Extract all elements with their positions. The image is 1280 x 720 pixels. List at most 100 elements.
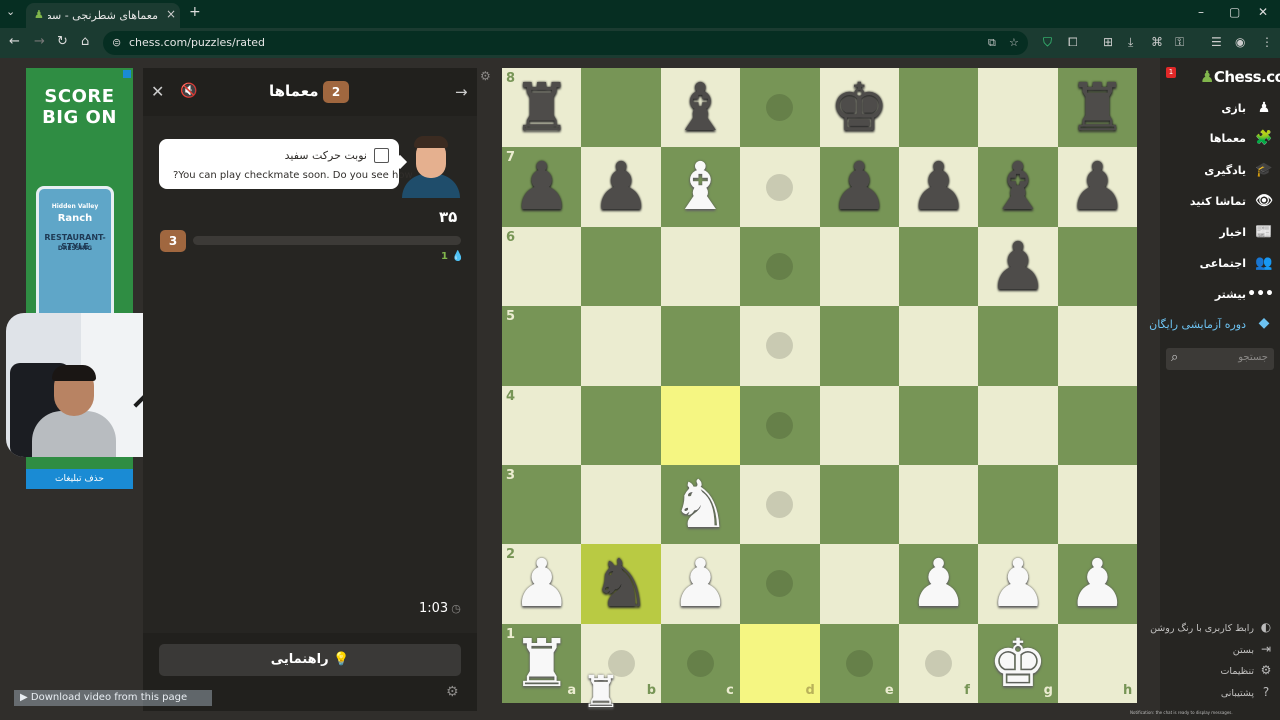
- settings-link[interactable]: ⚙تنظیمات: [1220, 663, 1274, 677]
- white-to-move-checkbox[interactable]: [374, 148, 389, 163]
- move-hint-dot[interactable]: [845, 649, 873, 677]
- square-b8[interactable]: [581, 68, 661, 148]
- settings-gear-icon[interactable]: ⚙: [446, 684, 459, 700]
- square-h5[interactable]: [1057, 306, 1138, 386]
- black-piece-c8[interactable]: ♝: [661, 68, 740, 147]
- square-g8[interactable]: [978, 68, 1058, 148]
- move-hint-dot[interactable]: [925, 649, 953, 677]
- home-icon[interactable]: ⌂: [81, 34, 89, 49]
- square-c6[interactable]: [660, 226, 741, 307]
- site-info-icon[interactable]: ⊜: [112, 36, 121, 49]
- square-b3[interactable]: [581, 464, 661, 545]
- square-e2[interactable]: [819, 544, 899, 624]
- close-icon[interactable]: ✕: [151, 82, 164, 101]
- minimize-button[interactable]: –: [1198, 5, 1204, 19]
- square-f3[interactable]: [898, 464, 979, 545]
- install-app-icon[interactable]: ⧉: [988, 36, 996, 50]
- support-link[interactable]: ?پشتیبانی: [1221, 685, 1274, 699]
- page-title: معماها: [269, 82, 319, 100]
- square-b5[interactable]: [581, 306, 661, 386]
- square-h3[interactable]: [1057, 464, 1138, 545]
- next-arrow-icon[interactable]: →: [455, 83, 468, 101]
- dragged-piece[interactable]: ♜: [581, 666, 621, 720]
- browser-tab[interactable]: ♟ معماهای شطرنجی - سطح بازی ... ×: [26, 3, 180, 28]
- black-piece-e8[interactable]: ♚: [820, 68, 899, 147]
- window-close-button[interactable]: ✕: [1258, 5, 1268, 19]
- square-e5[interactable]: [819, 306, 899, 386]
- reload-icon[interactable]: ↻: [57, 34, 68, 49]
- move-hint-dot[interactable]: [766, 173, 794, 201]
- square-e4[interactable]: [819, 385, 899, 465]
- maximize-button[interactable]: ▢: [1229, 5, 1240, 19]
- square-g4[interactable]: [978, 385, 1058, 465]
- chess-board[interactable]: ♜ 8 ♝ ♚ ♜ ♟ 7 ♟ ♝ ♟ ♟ ♝ ♟ 6 ♟ 5 4 3 ♞ ♟ 2 ♞ ♟ ♟ ♟ ♟ ♜ 1 a b c d e f ♚ g h: [502, 68, 1138, 704]
- square-b6[interactable]: [581, 226, 661, 307]
- reading-list-icon[interactable]: ☰: [1211, 35, 1222, 49]
- chess-logo[interactable]: ♟Chess.com: [1200, 67, 1280, 86]
- nav-social[interactable]: 👥 اجتماعی: [1200, 255, 1274, 275]
- black-piece-e7[interactable]: ♟: [820, 147, 899, 226]
- notification-badge[interactable]: 1: [1166, 67, 1176, 78]
- search-input[interactable]: ⌕ جستجو: [1166, 348, 1274, 370]
- nav-puzzles[interactable]: 🧩 معماها: [1210, 130, 1274, 150]
- collapse-button[interactable]: ⇥بستن: [1233, 642, 1274, 656]
- white-piece-g2[interactable]: ♟: [978, 544, 1057, 623]
- square-g3[interactable]: [978, 464, 1058, 545]
- black-piece-f7[interactable]: ♟: [899, 147, 978, 226]
- free-trial-link[interactable]: ◆دوره آزمایشی رایگان: [1149, 315, 1274, 335]
- black-piece-b7[interactable]: ♟: [581, 147, 660, 226]
- square-b4[interactable]: [581, 385, 661, 465]
- square-f5[interactable]: [898, 306, 979, 386]
- square-e3[interactable]: [819, 464, 899, 545]
- board-settings-icon[interactable]: ⚙: [480, 69, 491, 83]
- square-g5[interactable]: [978, 306, 1058, 386]
- nav-more[interactable]: •••بیشتر: [1215, 286, 1274, 306]
- black-piece-h8[interactable]: ♜: [1058, 68, 1137, 147]
- new-tab-button[interactable]: +: [189, 4, 201, 20]
- square-c5[interactable]: [660, 306, 741, 386]
- translate-icon[interactable]: ⌘: [1151, 35, 1163, 49]
- nav-play[interactable]: ♟ بازی: [1221, 100, 1274, 120]
- sound-off-icon[interactable]: 🔇: [180, 83, 197, 99]
- download-video-bar[interactable]: ▶ Download video from this page: [14, 690, 212, 706]
- white-piece-c3[interactable]: ♞: [661, 465, 740, 544]
- black-piece-b2[interactable]: ♞: [581, 544, 660, 623]
- square-f6[interactable]: [898, 226, 979, 307]
- bookmark-star-icon[interactable]: ☆: [1009, 36, 1019, 49]
- profile-avatar-icon[interactable]: ◉: [1235, 35, 1245, 49]
- nav-news[interactable]: 📰 اخبار: [1219, 224, 1274, 244]
- ad-choices-icon[interactable]: [123, 70, 131, 78]
- nav-learn[interactable]: 🎓 یادگیری: [1204, 162, 1274, 182]
- black-piece-g7[interactable]: ♝: [978, 147, 1057, 226]
- square-h6[interactable]: [1057, 226, 1138, 307]
- square-e6[interactable]: [819, 226, 899, 307]
- move-hint-dot[interactable]: [686, 649, 714, 677]
- download-icon[interactable]: ⤓: [1128, 35, 1133, 50]
- white-piece-h2[interactable]: ♟: [1058, 544, 1137, 623]
- white-piece-c2[interactable]: ♟: [661, 544, 740, 623]
- move-hint-dot[interactable]: [766, 411, 794, 439]
- tab-groups-icon[interactable]: ⊞: [1103, 35, 1113, 49]
- tab-search-icon[interactable]: ⌄: [6, 5, 15, 18]
- diamond-icon: ◆: [1258, 315, 1270, 331]
- tab-close-icon[interactable]: ×: [166, 7, 176, 21]
- light-theme-toggle[interactable]: ◐رابط کاربری با رنگ روشن: [1150, 620, 1274, 634]
- password-key-icon[interactable]: ⚿: [1175, 35, 1184, 50]
- browser-menu-icon[interactable]: ⋮: [1261, 35, 1273, 49]
- black-piece-g6[interactable]: ♟: [978, 227, 1057, 306]
- white-piece-f2[interactable]: ♟: [899, 544, 978, 623]
- square-c4[interactable]: [660, 385, 741, 465]
- hint-button[interactable]: راهنمایی 💡: [159, 644, 461, 676]
- square-h4[interactable]: [1057, 385, 1138, 465]
- shield-extension-icon[interactable]: ⛉: [1043, 35, 1052, 50]
- extensions-icon[interactable]: ⧠: [1068, 35, 1078, 50]
- black-piece-h7[interactable]: ♟: [1058, 147, 1137, 226]
- back-icon[interactable]: ←: [9, 34, 20, 49]
- nav-watch[interactable]: 👁 تماشا کنید: [1190, 193, 1274, 213]
- remove-ads-button[interactable]: حذف تبلیغات: [26, 469, 133, 489]
- white-piece-c7[interactable]: ♝: [661, 147, 740, 226]
- square-f8[interactable]: [898, 68, 979, 148]
- forward-icon[interactable]: →: [34, 34, 45, 49]
- square-f4[interactable]: [898, 385, 979, 465]
- url-bar[interactable]: ⊜ chess.com/puzzles/rated ⧉ ☆: [103, 31, 1028, 55]
